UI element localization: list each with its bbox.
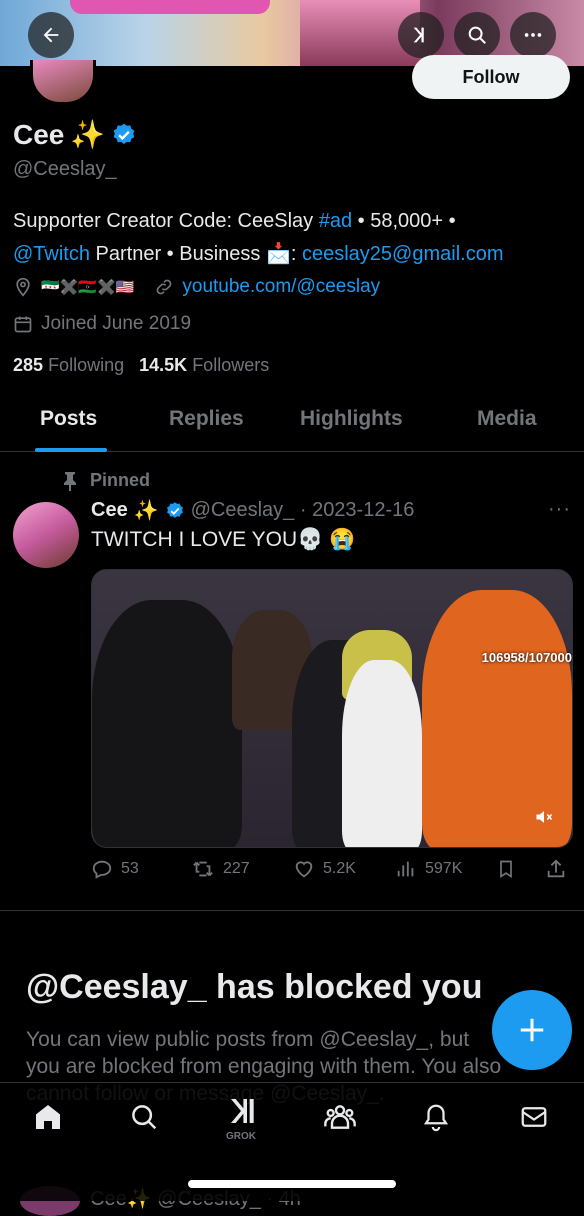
nav-communities[interactable] (322, 1099, 358, 1135)
twitch-mention-link[interactable]: @Twitch (13, 243, 90, 265)
profile-name: Cee ✨ (13, 118, 137, 151)
following-link[interactable]: 285 Following (13, 355, 124, 375)
repost-icon (193, 861, 213, 877)
like-action[interactable]: 5.2K (293, 858, 356, 880)
search-icon (132, 1105, 157, 1130)
repost-count: 227 (223, 860, 250, 877)
blocked-title: @Ceeslay_ has blocked you (26, 968, 483, 1006)
location-pin-icon (16, 277, 30, 297)
post-actions: 53 227 5.2K 597K (91, 856, 571, 886)
sparkle-emoji: ✨ (133, 500, 159, 522)
bio-text: Partner • Business (89, 243, 266, 265)
grok-icon (413, 27, 424, 43)
video-figure (92, 600, 242, 847)
post-handle-date: @Ceeslay_ · 2023-12-16 (190, 499, 415, 521)
website-link[interactable]: youtube.com/@ceeslay (182, 276, 380, 298)
link-icon (157, 279, 172, 295)
pinned-text: Pinned (90, 470, 151, 490)
joined-date: Joined June 2019 (41, 313, 192, 334)
plus-icon (520, 1018, 544, 1042)
bookmark-action[interactable] (496, 858, 516, 880)
verified-badge-icon (113, 123, 135, 144)
post-header: Cee ✨ @Ceeslay_ · 2023-12-16 (91, 498, 414, 523)
email-link[interactable]: ceeslay25@gmail.com (302, 243, 504, 265)
pinned-label: Pinned (62, 470, 150, 491)
repost-action[interactable]: 227 (191, 858, 250, 880)
following-count: 285 (13, 355, 44, 375)
post-more-icon[interactable]: ··· (548, 498, 571, 521)
bio-text: Supporter Creator Code: CeeSlay (13, 210, 319, 232)
back-arrow-icon (43, 27, 59, 43)
profile-display-name: Cee (13, 118, 65, 150)
grok-label: GROK (226, 1131, 256, 1142)
search-icon (468, 26, 486, 44)
post-avatar[interactable] (13, 502, 79, 568)
grok-icon (231, 1099, 254, 1123)
profile-tabs: Posts Replies Highlights Media (0, 395, 584, 452)
post-video[interactable]: 106958/107000 (91, 569, 573, 848)
followers-link[interactable]: 14.5K Followers (139, 355, 269, 375)
reply-icon (92, 860, 112, 879)
bookmark-icon (500, 860, 512, 879)
tab-replies[interactable]: Replies (169, 407, 244, 431)
hashtag-link[interactable]: #ad (319, 210, 352, 232)
mail-emoji: 📩 (265, 243, 291, 265)
nav-home[interactable] (30, 1099, 66, 1135)
location-flags: 🇸🇾✖️🇱🇾✖️🇺🇸 (41, 279, 135, 296)
nav-search[interactable] (126, 1099, 162, 1135)
active-tab-indicator (35, 448, 107, 452)
nav-messages[interactable] (516, 1099, 552, 1135)
views-icon (397, 861, 414, 877)
nav-notifications[interactable] (418, 1099, 454, 1135)
share-icon (547, 859, 565, 878)
compose-button[interactable] (492, 990, 572, 1070)
follow-counts: 285 Following 14.5K Followers (13, 355, 269, 376)
tab-media[interactable]: Media (477, 407, 537, 431)
bio-text: • 58,000+ • (352, 210, 456, 232)
joined-row: Joined June 2019 (13, 313, 191, 335)
pin-icon (64, 471, 76, 491)
profile-avatar[interactable] (30, 60, 96, 105)
view-count: 597K (425, 860, 463, 877)
more-dots-icon (524, 33, 542, 37)
followers-count: 14.5K (139, 355, 188, 375)
profile-meta: 🇸🇾✖️🇱🇾✖️🇺🇸 youtube.com/@ceeslay (13, 276, 380, 298)
mail-icon (521, 1107, 547, 1127)
tab-highlights[interactable]: Highlights (300, 407, 403, 431)
home-indicator[interactable] (188, 1180, 396, 1188)
bell-icon (423, 1104, 449, 1132)
post-author-name[interactable]: Cee (91, 499, 128, 522)
views-action[interactable]: 597K (395, 858, 462, 880)
divider (0, 910, 584, 911)
communities-icon (324, 1105, 356, 1129)
video-figure (342, 660, 422, 847)
calendar-icon (14, 316, 32, 333)
profile-handle: @Ceeslay_ (13, 158, 117, 180)
mute-icon[interactable] (534, 807, 554, 827)
bio-text: : (290, 243, 302, 265)
reply-action[interactable]: 53 (91, 858, 139, 880)
following-label: Following (48, 355, 125, 375)
more-button[interactable] (510, 12, 556, 58)
back-button[interactable] (28, 12, 74, 58)
like-count: 5.2K (323, 860, 356, 877)
nav-grok[interactable] (225, 1093, 261, 1129)
post-text: TWITCH I LOVE YOU💀 😭 (91, 528, 356, 551)
share-action[interactable] (545, 858, 567, 880)
reply-count: 53 (121, 860, 139, 877)
follow-button[interactable]: Follow (412, 55, 570, 99)
heart-icon (295, 861, 313, 878)
verified-badge-icon (166, 501, 183, 518)
home-icon (36, 1105, 60, 1129)
profile-bio: Supporter Creator Code: CeeSlay #ad • 58… (13, 205, 573, 271)
search-button[interactable] (454, 12, 500, 58)
sparkle-emoji: ✨ (70, 119, 106, 150)
followers-label: Followers (192, 355, 270, 375)
video-overlay-counter: 106958/107000 (481, 650, 572, 665)
banner-decoration (70, 0, 270, 14)
grok-button[interactable] (398, 12, 444, 58)
tab-posts[interactable]: Posts (40, 407, 97, 431)
